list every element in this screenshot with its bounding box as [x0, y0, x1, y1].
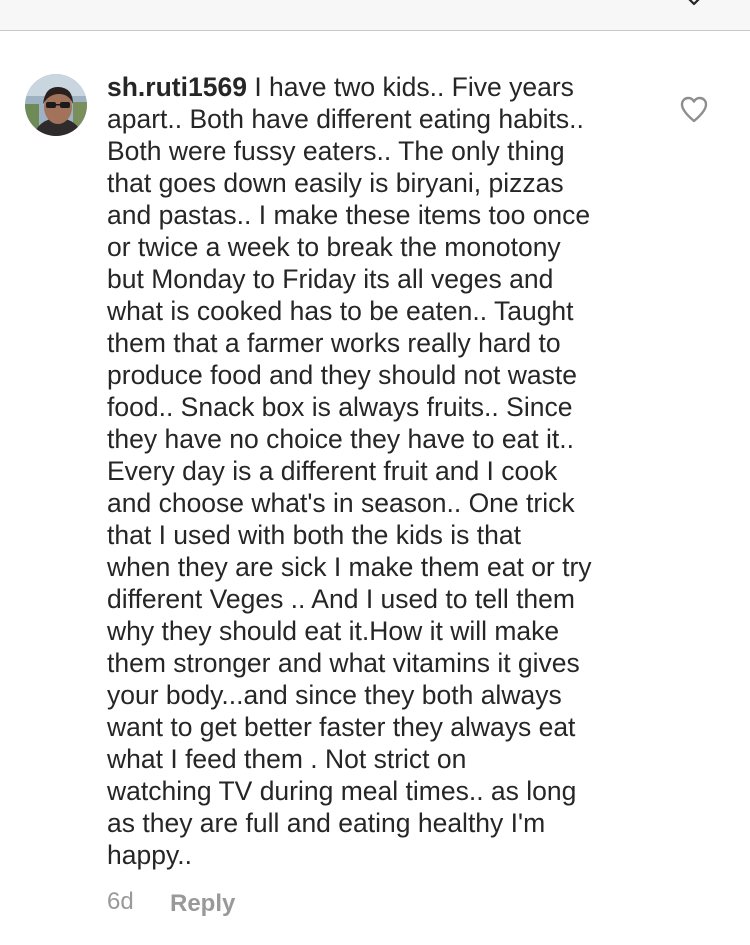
chevron-down-icon[interactable] [683, 0, 705, 10]
heart-outline-icon[interactable] [679, 95, 709, 123]
avatar-image [25, 74, 87, 136]
top-bar [0, 0, 750, 31]
comment-timestamp: 6d [107, 888, 134, 915]
comment-username[interactable]: sh.ruti1569 [107, 72, 247, 102]
comment-body: sh.ruti1569 I have two kids.. Five years… [107, 71, 647, 871]
reply-button[interactable]: Reply [170, 888, 235, 920]
comment-text: I have two kids.. Five years apart.. Bot… [107, 72, 592, 870]
avatar[interactable] [25, 74, 87, 136]
